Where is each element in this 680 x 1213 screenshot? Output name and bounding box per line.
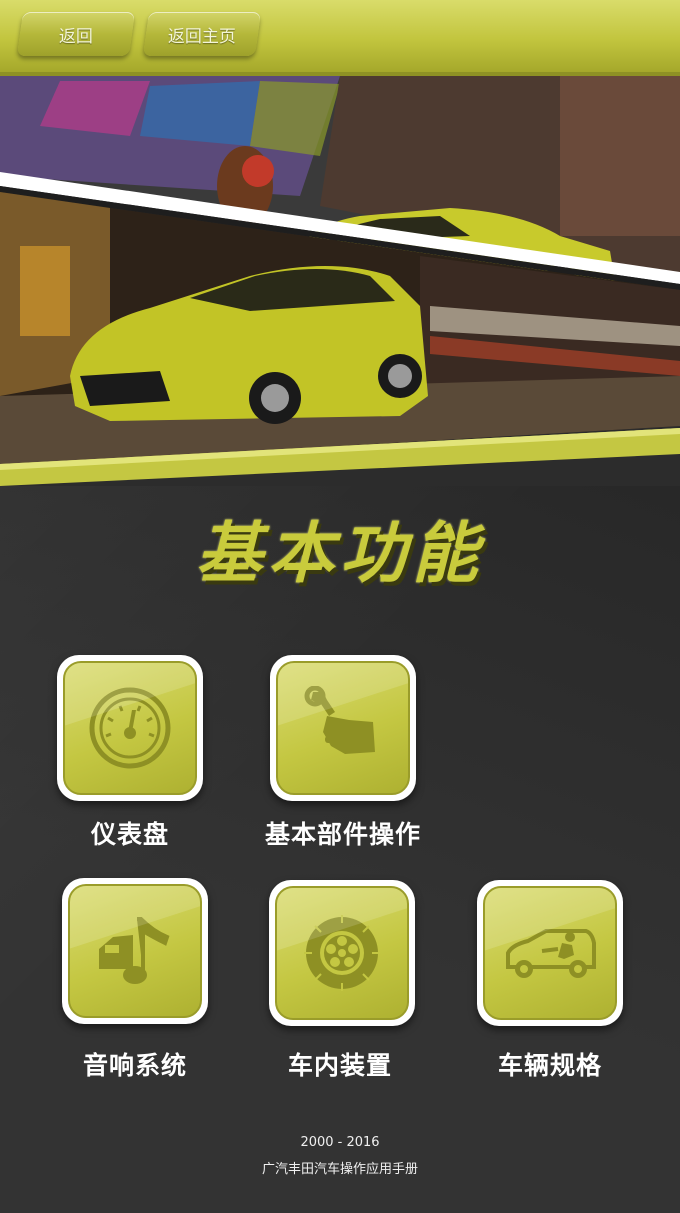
vehicle-specs-tile[interactable] (477, 880, 623, 1026)
section-title: 基本功能 (196, 515, 484, 592)
home-button-label: 返回主页 (168, 26, 236, 47)
top-navigation-bar: 返回 返回主页 (0, 0, 680, 76)
interior-devices-tile[interactable] (269, 880, 415, 1026)
home-button[interactable]: 返回主页 (142, 12, 262, 56)
audio-system-label: 音响系统 (82, 1051, 187, 1080)
wheel-icon (304, 915, 380, 991)
back-button-label: 返回 (59, 26, 93, 47)
basic-parts-label: 基本部件操作 (264, 820, 421, 849)
dashboard-label: 仪表盘 (90, 820, 169, 849)
dashboard-tile[interactable] (57, 655, 203, 801)
wrench-hand-icon (304, 686, 375, 754)
back-button[interactable]: 返回 (16, 12, 136, 56)
interior-devices-label: 车内装置 (287, 1051, 392, 1080)
footer-years: 2000 - 2016 (300, 1135, 380, 1150)
speedometer-icon (89, 687, 171, 769)
footer-caption: 广汽丰田汽车操作应用手册 (261, 1162, 418, 1177)
audio-system-tile[interactable] (62, 878, 208, 1024)
basic-parts-tile[interactable] (270, 655, 416, 801)
car-seat-icon (506, 929, 596, 978)
hero-banner-image (0, 76, 680, 486)
music-car-icon (99, 917, 170, 984)
vehicle-specs-label: 车辆规格 (497, 1051, 602, 1080)
